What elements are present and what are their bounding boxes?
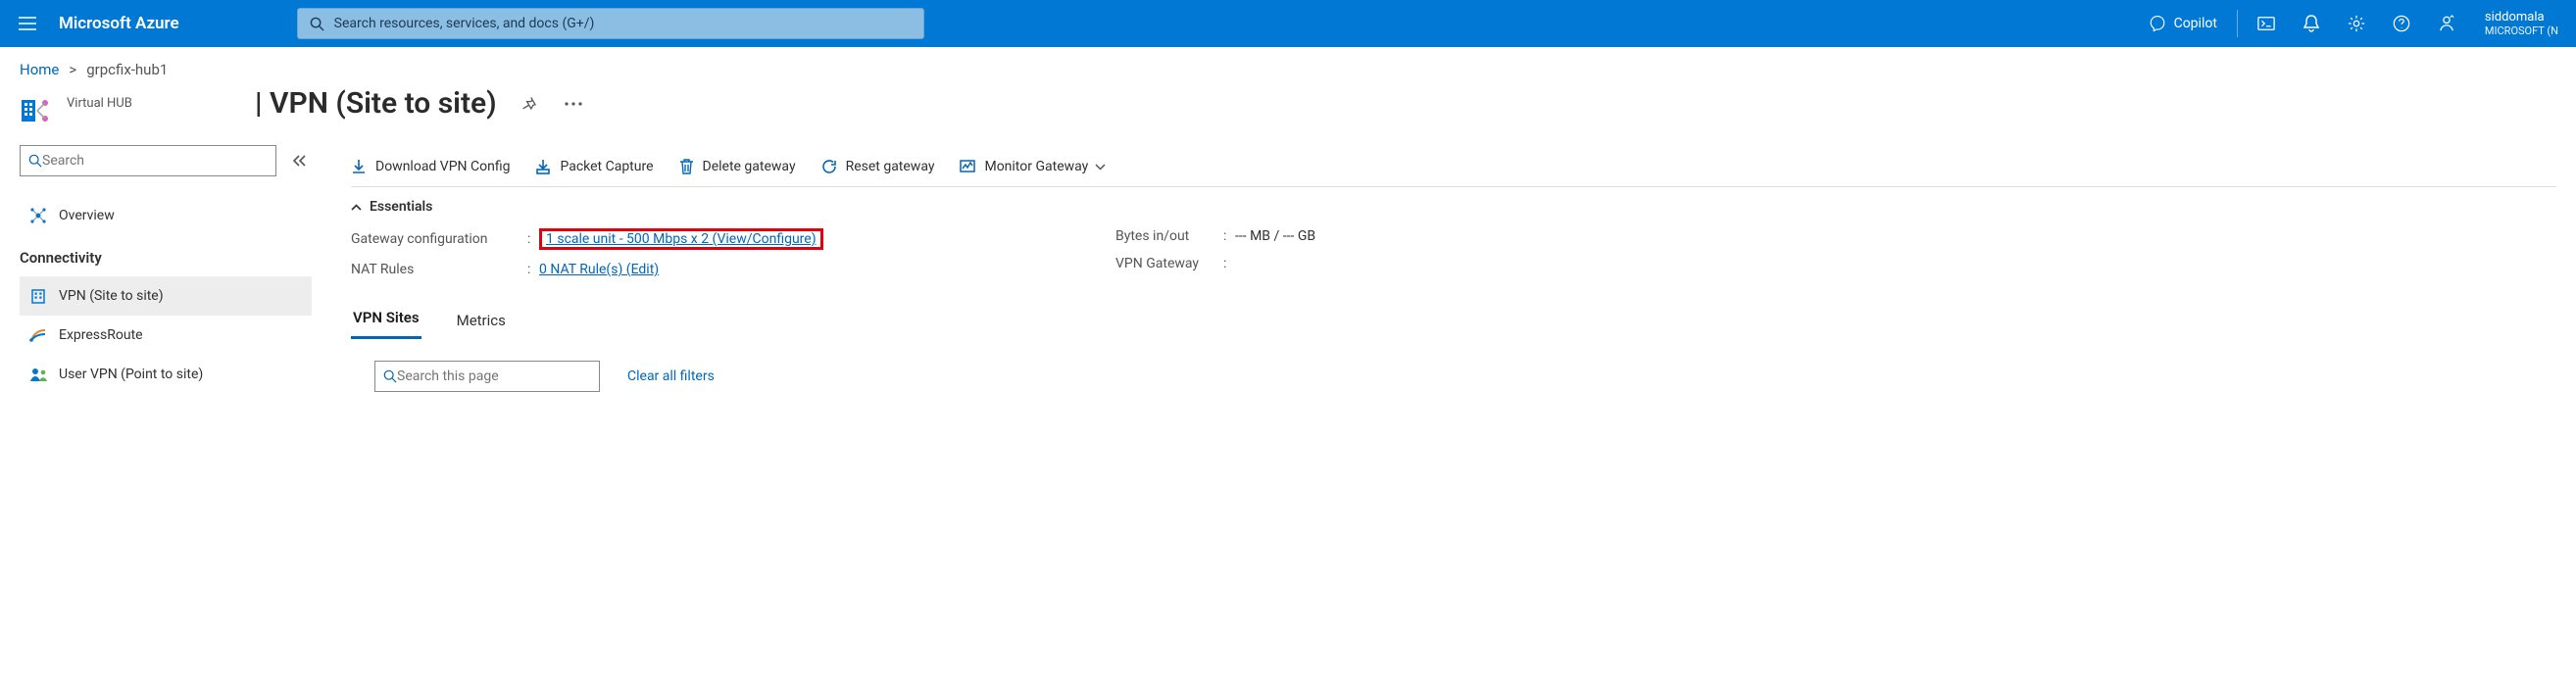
- pin-icon: [520, 96, 536, 112]
- delete-gateway-button[interactable]: Delete gateway: [679, 159, 796, 174]
- command-bar: Download VPN Config Packet Capture Delet…: [351, 159, 2556, 187]
- user-vpn-icon: [29, 366, 47, 383]
- tab-metrics[interactable]: Metrics: [455, 304, 508, 339]
- sidebar-item-expressroute[interactable]: ExpressRoute: [20, 316, 312, 355]
- user-name: siddomala: [2485, 10, 2545, 25]
- page: Virtual HUB Overview Connectivity VPN (S…: [0, 86, 2576, 674]
- search-icon: [310, 17, 324, 31]
- gateway-config-highlight: 1 scale unit - 500 Mbps x 2 (View/Config…: [539, 228, 823, 250]
- download-vpn-config-button[interactable]: Download VPN Config: [351, 159, 510, 174]
- help-button[interactable]: [2381, 3, 2422, 44]
- expressroute-icon: [29, 326, 47, 344]
- essentials-toggle[interactable]: Essentials: [351, 199, 2556, 215]
- breadcrumb: Home > grpcfix-hub1: [0, 47, 2576, 86]
- cloud-shell-icon: [2257, 16, 2275, 31]
- sidebar: Virtual HUB Overview Connectivity VPN (S…: [20, 90, 323, 674]
- bytes-label: Bytes in/out: [1115, 228, 1223, 244]
- global-search-input[interactable]: [334, 16, 912, 31]
- gateway-config-label: Gateway configuration: [351, 231, 527, 247]
- more-button[interactable]: [560, 90, 587, 118]
- sidebar-section-connectivity: Connectivity: [20, 249, 312, 267]
- virtual-hub-icon: [20, 94, 53, 127]
- resource-type: Virtual HUB: [67, 96, 132, 111]
- breadcrumb-separator: >: [69, 61, 76, 78]
- feedback-button[interactable]: [2426, 3, 2467, 44]
- sidebar-item-vpn-site-to-site[interactable]: VPN (Site to site): [20, 276, 312, 316]
- hamburger-menu-button[interactable]: [14, 10, 41, 37]
- sidebar-item-label: User VPN (Point to site): [59, 367, 203, 382]
- essentials-label: Essentials: [370, 199, 432, 215]
- sidebar-item-label: VPN (Site to site): [59, 288, 164, 304]
- sidebar-item-label: Overview: [59, 208, 115, 223]
- clear-filters-link[interactable]: Clear all filters: [627, 368, 715, 384]
- sidebar-item-overview[interactable]: Overview: [20, 196, 312, 235]
- refresh-icon: [821, 159, 837, 174]
- copilot-label: Copilot: [2174, 16, 2217, 31]
- feedback-icon: [2438, 15, 2455, 32]
- nat-rules-link[interactable]: 0 NAT Rule(s) (Edit): [539, 262, 659, 277]
- bytes-value: --- MB / --- GB: [1235, 228, 1315, 244]
- sidebar-search-input[interactable]: [42, 153, 268, 169]
- page-search[interactable]: [374, 361, 600, 392]
- tool-label: Monitor Gateway: [984, 159, 1088, 174]
- gateway-config-link[interactable]: 1 scale unit - 500 Mbps x 2 (View/Config…: [546, 231, 817, 247]
- search-icon: [28, 154, 42, 168]
- breadcrumb-home[interactable]: Home: [20, 61, 59, 78]
- breadcrumb-current: grpcfix-hub1: [86, 61, 168, 78]
- tool-label: Delete gateway: [703, 159, 796, 174]
- page-filter-row: Clear all filters: [351, 361, 2556, 392]
- tab-row: VPN Sites Metrics: [351, 301, 2556, 339]
- collapse-sidebar-button[interactable]: [286, 148, 312, 173]
- vpn-gateway-label: VPN Gateway: [1115, 256, 1223, 271]
- monitor-gateway-button[interactable]: Monitor Gateway: [960, 159, 1106, 174]
- trash-icon: [679, 159, 694, 174]
- building-icon: [29, 287, 47, 305]
- monitor-icon: [960, 159, 975, 174]
- notifications-button[interactable]: [2291, 3, 2332, 44]
- essentials: Gateway configuration : 1 scale unit - 5…: [351, 228, 2556, 277]
- tool-label: Packet Capture: [560, 159, 653, 174]
- chevron-double-left-icon: [292, 155, 306, 167]
- sidebar-item-user-vpn[interactable]: User VPN (Point to site): [20, 355, 312, 394]
- page-title: | VPN (Site to site): [255, 86, 497, 121]
- global-search[interactable]: [297, 8, 924, 39]
- hamburger-icon: [19, 17, 36, 30]
- sidebar-search[interactable]: [20, 145, 276, 176]
- gear-icon: [2348, 15, 2365, 32]
- cloud-shell-button[interactable]: [2246, 3, 2287, 44]
- chevron-down-icon: [1095, 164, 1106, 171]
- sidebar-item-label: ExpressRoute: [59, 327, 143, 343]
- user-org: MICROSOFT (N: [2485, 24, 2558, 37]
- topbar-right: Copilot siddomala MICROSOFT (N: [2137, 3, 2566, 44]
- content: | VPN (Site to site) Download VPN Config…: [323, 90, 2556, 674]
- copilot-icon: [2149, 15, 2166, 32]
- packet-capture-button[interactable]: Packet Capture: [535, 159, 653, 174]
- overview-icon: [29, 207, 47, 224]
- copilot-button[interactable]: Copilot: [2137, 8, 2229, 39]
- tool-label: Download VPN Config: [375, 159, 510, 174]
- bell-icon: [2304, 15, 2319, 32]
- chevron-up-icon: [351, 204, 362, 211]
- user-account-button[interactable]: siddomala MICROSOFT (N: [2471, 10, 2566, 38]
- brand-label[interactable]: Microsoft Azure: [59, 14, 179, 33]
- azure-topbar: Microsoft Azure Copilot siddomala MICROS…: [0, 0, 2576, 47]
- tab-vpn-sites[interactable]: VPN Sites: [351, 301, 421, 339]
- page-search-input[interactable]: [397, 368, 591, 384]
- packet-capture-icon: [535, 159, 551, 174]
- pin-button[interactable]: [515, 90, 542, 118]
- settings-button[interactable]: [2336, 3, 2377, 44]
- nat-rules-label: NAT Rules: [351, 262, 527, 277]
- download-icon: [351, 159, 367, 174]
- ellipsis-icon: [565, 101, 582, 107]
- search-icon: [383, 369, 397, 383]
- tool-label: Reset gateway: [846, 159, 935, 174]
- reset-gateway-button[interactable]: Reset gateway: [821, 159, 935, 174]
- content-title-row: | VPN (Site to site): [255, 86, 587, 121]
- help-icon: [2393, 15, 2410, 32]
